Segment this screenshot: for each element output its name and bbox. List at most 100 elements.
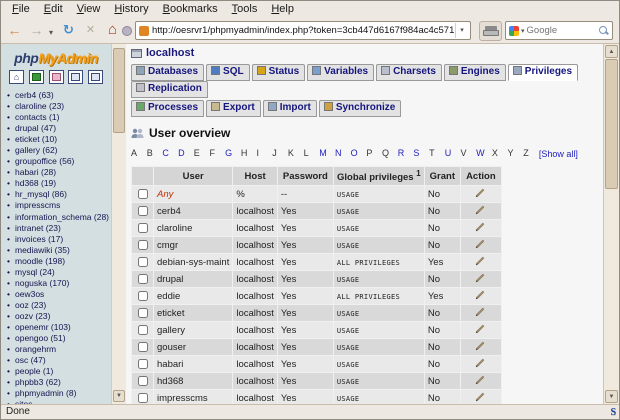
back-icon[interactable]: ←: [5, 21, 24, 40]
edit-privileges-icon[interactable]: [475, 239, 486, 252]
pma-documentation-icon[interactable]: [68, 70, 84, 84]
edit-privileges-icon[interactable]: [475, 205, 486, 218]
user-checkbox[interactable]: [137, 257, 148, 268]
tab-synchronize[interactable]: Synchronize: [318, 100, 402, 117]
tab-engines[interactable]: Engines: [443, 64, 506, 81]
edit-privileges-icon[interactable]: [475, 290, 486, 303]
database-link[interactable]: oew3os: [7, 289, 111, 300]
menu-view[interactable]: View: [70, 1, 108, 17]
database-link[interactable]: phpmyadmin (8): [7, 388, 111, 399]
tab-processes[interactable]: Processes: [131, 100, 205, 117]
user-checkbox[interactable]: [137, 206, 148, 217]
user-checkbox[interactable]: [137, 189, 148, 200]
letter-O[interactable]: O: [351, 148, 367, 158]
menu-tools[interactable]: Tools: [225, 1, 265, 17]
tab-status[interactable]: Status: [251, 64, 306, 81]
database-link[interactable]: gallery (62): [7, 145, 111, 156]
home-icon[interactable]: ⌂: [103, 21, 122, 40]
user-checkbox[interactable]: [137, 223, 148, 234]
statusbar-extension-icon[interactable]: S: [610, 406, 616, 419]
database-link[interactable]: eticket (10): [7, 134, 111, 145]
database-link[interactable]: hd368 (19): [7, 178, 111, 189]
database-link[interactable]: noguska (170): [7, 278, 111, 289]
search-box[interactable]: ▾: [505, 21, 613, 40]
menu-history[interactable]: History: [107, 1, 155, 17]
database-link[interactable]: opengoo (51): [7, 333, 111, 344]
database-link[interactable]: contacts (1): [7, 112, 111, 123]
show-all-link[interactable]: [Show all]: [539, 148, 579, 160]
edit-privileges-icon[interactable]: [475, 256, 486, 269]
edit-privileges-icon[interactable]: [475, 222, 486, 235]
database-link[interactable]: orangehrm: [7, 344, 111, 355]
scroll-up-icon[interactable]: ▲: [605, 45, 618, 58]
database-link[interactable]: ooz (23): [7, 300, 111, 311]
forward-icon[interactable]: →: [27, 21, 46, 40]
edit-privileges-icon[interactable]: [475, 375, 486, 388]
database-link[interactable]: drupal (47): [7, 123, 111, 134]
user-checkbox[interactable]: [137, 308, 148, 319]
sidebar-scrollbar[interactable]: ▼: [111, 44, 126, 404]
database-link[interactable]: openemr (103): [7, 322, 111, 333]
user-checkbox[interactable]: [137, 291, 148, 302]
letter-D[interactable]: D: [178, 148, 194, 158]
user-checkbox[interactable]: [137, 376, 148, 387]
edit-privileges-icon[interactable]: [475, 307, 486, 320]
user-checkbox[interactable]: [137, 359, 148, 370]
database-link[interactable]: invoices (17): [7, 234, 111, 245]
edit-privileges-icon[interactable]: [475, 273, 486, 286]
edit-privileges-icon[interactable]: [475, 188, 486, 201]
letter-M[interactable]: M: [319, 148, 335, 158]
tab-privileges[interactable]: Privileges: [507, 64, 579, 81]
user-checkbox[interactable]: [137, 325, 148, 336]
database-link[interactable]: information_schema (28): [7, 212, 111, 223]
tab-databases[interactable]: Databases: [131, 64, 205, 81]
database-link[interactable]: cerb4 (63): [7, 90, 111, 101]
database-link[interactable]: intranet (23): [7, 223, 111, 234]
phpmyadmin-logo[interactable]: phpMyAdmin: [1, 50, 111, 66]
user-checkbox[interactable]: [137, 240, 148, 251]
letter-G[interactable]: G: [225, 148, 241, 158]
database-link[interactable]: mediawiki (35): [7, 245, 111, 256]
database-link[interactable]: claroline (23): [7, 101, 111, 112]
tab-charsets[interactable]: Charsets: [376, 64, 442, 81]
url-dropdown-icon[interactable]: ▾: [455, 23, 468, 38]
menu-file[interactable]: File: [5, 1, 37, 17]
window-scrollbar[interactable]: ▲ ▼: [603, 44, 619, 404]
print-button[interactable]: [479, 21, 502, 41]
url-input[interactable]: [152, 25, 455, 36]
search-input[interactable]: [526, 25, 598, 36]
sidebar-scroll-down-icon[interactable]: ▼: [113, 390, 125, 402]
reload-icon[interactable]: ↻: [59, 21, 78, 40]
database-link[interactable]: moodle (198): [7, 256, 111, 267]
database-link[interactable]: mysql (24): [7, 267, 111, 278]
database-link[interactable]: groupoffice (56): [7, 156, 111, 167]
letter-N[interactable]: N: [335, 148, 351, 158]
mysql-documentation-icon[interactable]: [88, 70, 104, 84]
menu-edit[interactable]: Edit: [37, 1, 70, 17]
edit-privileges-icon[interactable]: [475, 324, 486, 337]
search-icon[interactable]: [598, 25, 609, 36]
edit-privileges-icon[interactable]: [475, 341, 486, 354]
scroll-down-icon[interactable]: ▼: [605, 390, 618, 403]
database-link[interactable]: phpbb3 (62): [7, 377, 111, 388]
menu-bookmarks[interactable]: Bookmarks: [156, 1, 225, 17]
database-link[interactable]: osc (47): [7, 355, 111, 366]
window-scrollbar-thumb[interactable]: [605, 59, 618, 189]
edit-privileges-icon[interactable]: [475, 392, 486, 404]
edit-privileges-icon[interactable]: [475, 358, 486, 371]
letter-C[interactable]: C: [162, 148, 178, 158]
database-link[interactable]: people (1): [7, 366, 111, 377]
url-bar[interactable]: ▾: [135, 21, 471, 40]
query-window-icon[interactable]: [28, 70, 44, 84]
tab-sql[interactable]: SQL: [206, 64, 250, 81]
database-link[interactable]: impresscms: [7, 200, 111, 211]
database-link[interactable]: hr_mysql (86): [7, 189, 111, 200]
search-engine-chevron-icon[interactable]: ▾: [521, 27, 525, 35]
database-link[interactable]: habari (28): [7, 167, 111, 178]
back-history-chevron-icon[interactable]: ▾: [49, 28, 53, 37]
tab-replication[interactable]: Replication: [131, 81, 208, 98]
sidebar-scrollbar-thumb[interactable]: [113, 48, 125, 133]
letter-U[interactable]: U: [445, 148, 461, 158]
tab-import[interactable]: Import: [262, 100, 317, 117]
stop-icon[interactable]: ✕: [81, 21, 100, 40]
